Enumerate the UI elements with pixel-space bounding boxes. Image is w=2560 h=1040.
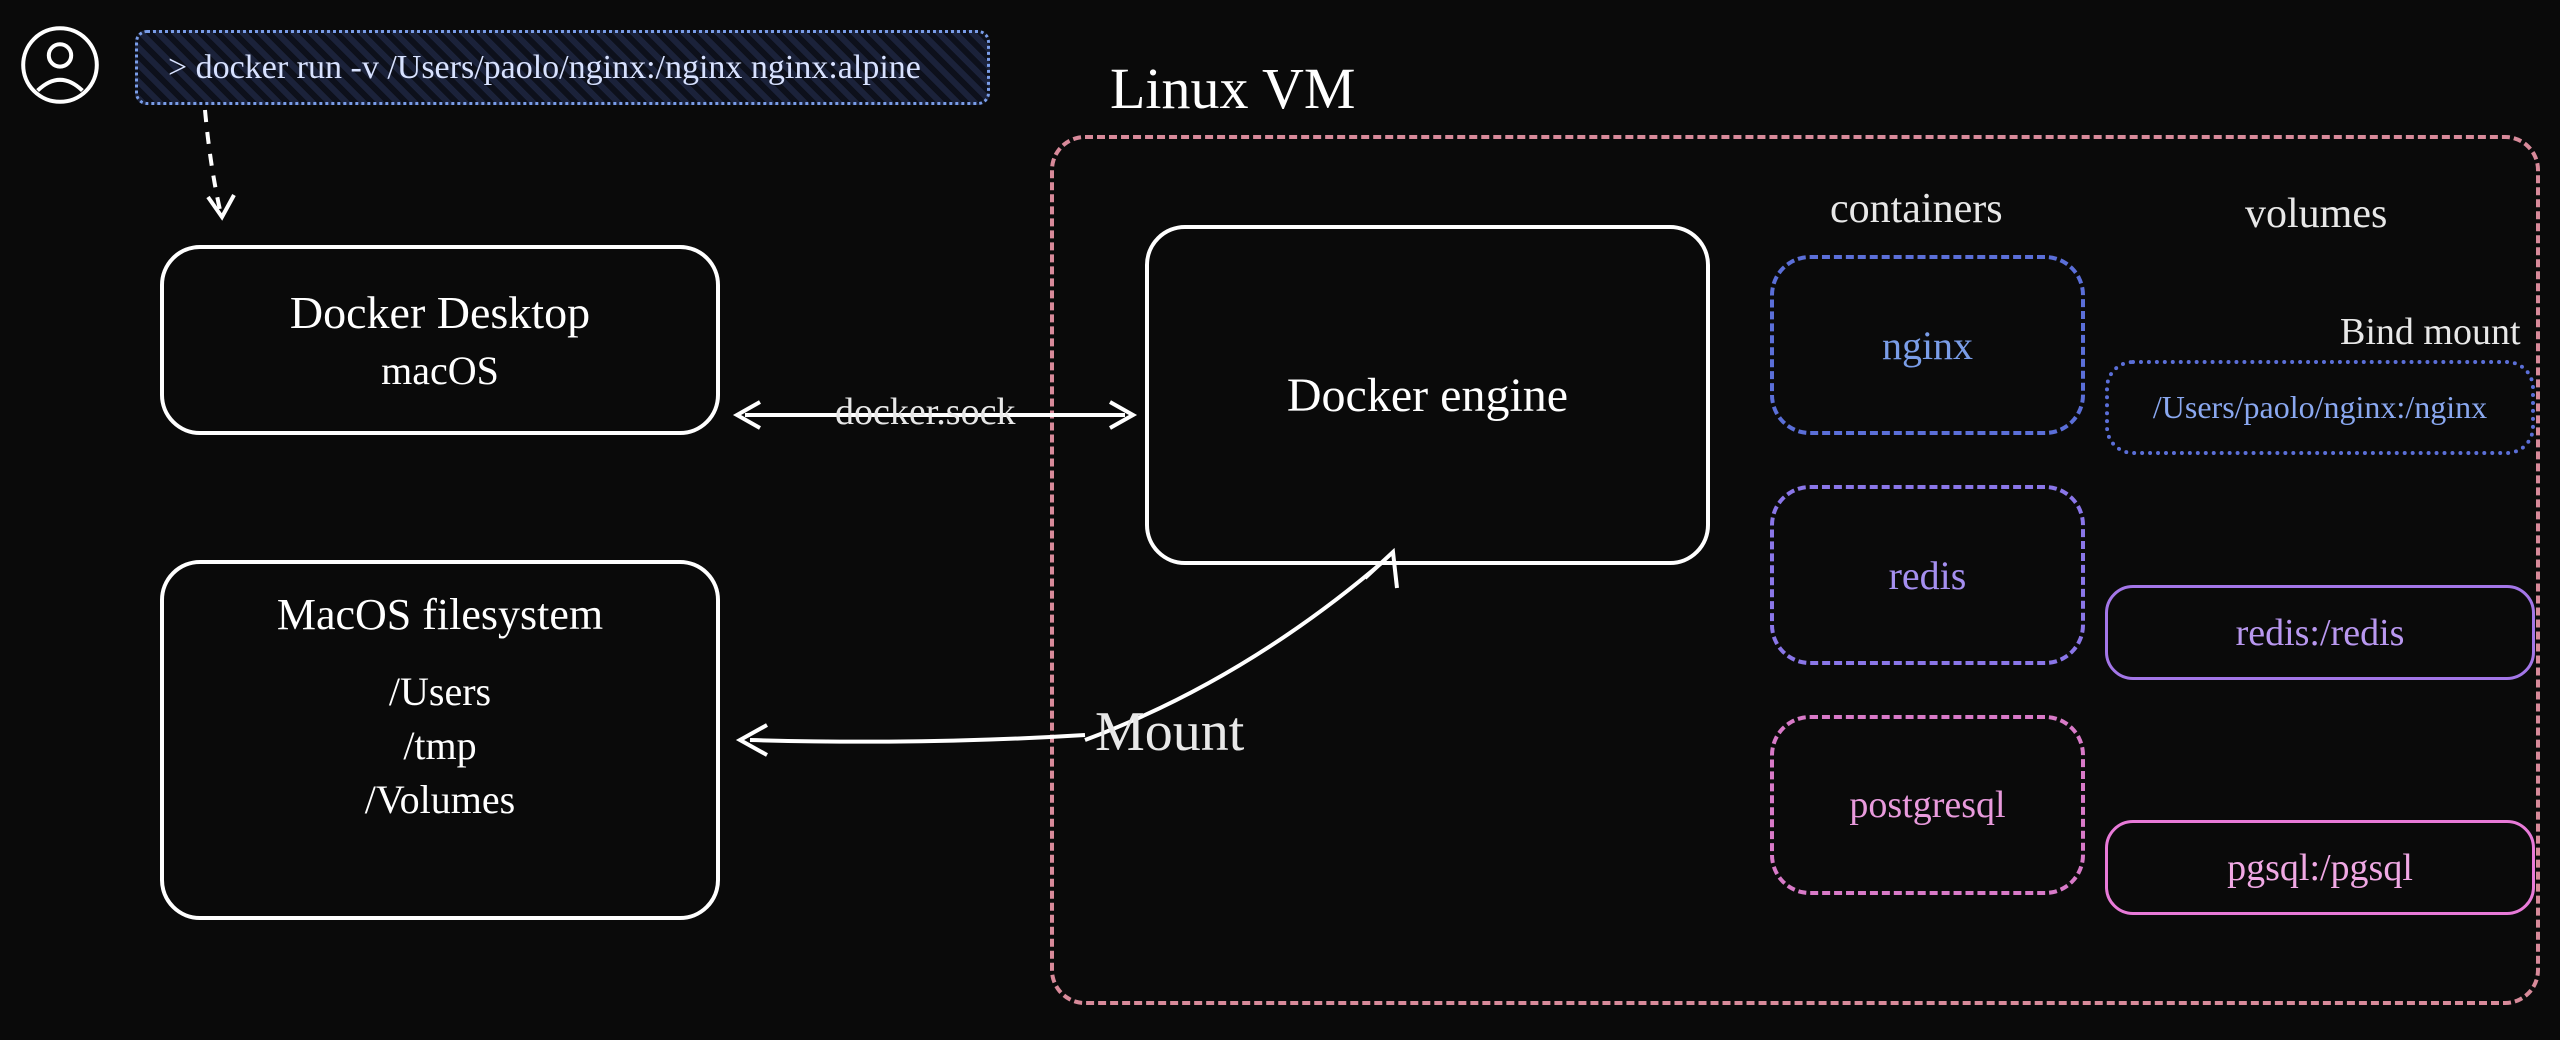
docker-engine-box: Docker engine: [1145, 225, 1710, 565]
fs-path: /tmp: [365, 719, 515, 773]
container-postgres: postgresql: [1770, 715, 2085, 895]
mount-label: Mount: [1095, 700, 1244, 764]
container-label: postgresql: [1849, 783, 2005, 827]
docker-desktop-title: Docker Desktop: [290, 286, 590, 339]
bind-mount-heading: Bind mount: [2340, 310, 2521, 354]
volume-label: /Users/paolo/nginx:/nginx: [2153, 389, 2487, 426]
container-label: redis: [1889, 552, 1967, 599]
docker-desktop-subtitle: macOS: [381, 347, 499, 394]
fs-path: /Volumes: [365, 773, 515, 827]
volumes-heading: volumes: [2245, 190, 2387, 238]
volume-label: pgsql:/pgsql: [2227, 846, 2413, 890]
user-icon: [20, 25, 100, 105]
arrow-command-to-desktop: [180, 105, 260, 235]
docker-command: > docker run -v /Users/paolo/nginx:/ngin…: [135, 30, 990, 105]
docker-sock-label: docker.sock: [835, 390, 1015, 434]
macos-fs-title: MacOS filesystem: [277, 589, 603, 640]
container-redis: redis: [1770, 485, 2085, 665]
volume-redis: redis:/redis: [2105, 585, 2535, 680]
volume-bind-mount: /Users/paolo/nginx:/nginx: [2105, 360, 2535, 455]
containers-heading: containers: [1830, 185, 2003, 233]
fs-path: /Users: [365, 665, 515, 719]
volume-pgsql: pgsql:/pgsql: [2105, 820, 2535, 915]
docker-engine-label: Docker engine: [1287, 368, 1568, 423]
command-text: > docker run -v /Users/paolo/nginx:/ngin…: [168, 49, 921, 87]
container-nginx: nginx: [1770, 255, 2085, 435]
macos-fs-paths: /Users /tmp /Volumes: [365, 665, 515, 827]
container-label: nginx: [1882, 322, 1973, 369]
arrow-mount-to-fs: [725, 700, 1095, 770]
linux-vm-label: Linux VM: [1110, 55, 1355, 122]
volume-label: redis:/redis: [2236, 611, 2405, 655]
macos-filesystem-box: MacOS filesystem /Users /tmp /Volumes: [160, 560, 720, 920]
docker-desktop-box: Docker Desktop macOS: [160, 245, 720, 435]
